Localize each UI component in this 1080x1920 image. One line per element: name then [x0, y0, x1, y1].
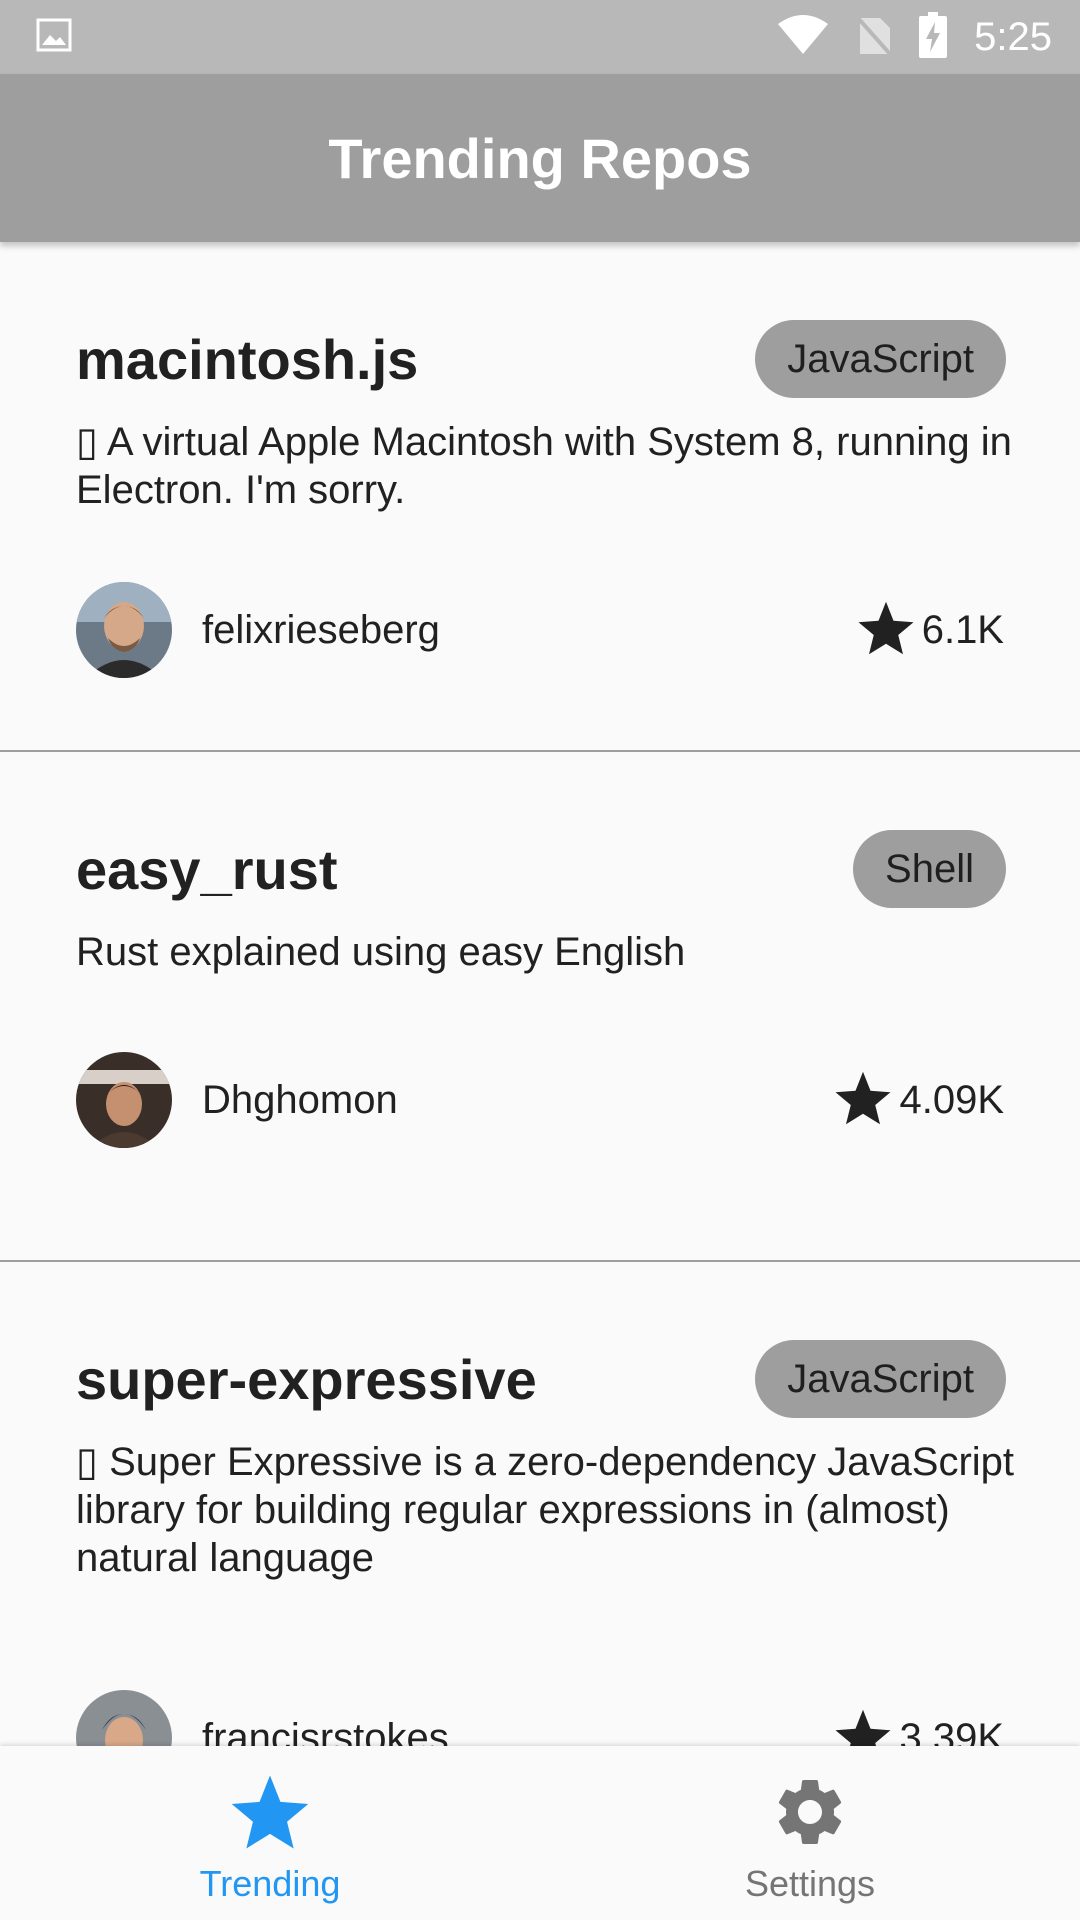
language-badge: Shell [853, 830, 1006, 908]
nav-item-trending[interactable]: Trending [0, 1746, 540, 1920]
battery-charging-icon [918, 11, 948, 64]
star-icon [833, 1069, 893, 1132]
no-sim-icon [856, 14, 892, 61]
app-bar: Trending Repos [0, 74, 1080, 242]
avatar [76, 582, 172, 678]
wifi-icon [776, 14, 830, 61]
nav-item-settings[interactable]: Settings [540, 1746, 1080, 1920]
gear-icon [770, 1772, 850, 1857]
page-title: Trending Repos [328, 126, 752, 190]
star-icon [228, 1772, 312, 1857]
repo-name: super-expressive [76, 1347, 537, 1411]
repo-description: ▯ A virtual Apple Macintosh with System … [76, 420, 1012, 512]
language-badge: JavaScript [755, 1340, 1006, 1418]
repo-name: easy_rust [76, 837, 338, 901]
nav-label: Settings [744, 1863, 876, 1904]
repo-description: ▯ Super Expressive is a zero-dependency … [76, 1440, 1015, 1580]
avatar [76, 1052, 172, 1148]
star-count: 6.1K [921, 607, 1004, 652]
language-badge: JavaScript [755, 320, 1006, 398]
nav-label: Trending [199, 1863, 341, 1904]
app-screen: 5:25 Trending Repos macintosh.js JavaScr… [0, 0, 1080, 1920]
owner-name: felixrieseberg [202, 607, 440, 652]
star-count: 4.09K [899, 1077, 1004, 1122]
repo-description: Rust explained using easy English [76, 930, 686, 974]
bottom-navigation: Trending Settings [0, 1746, 1080, 1920]
repo-name: macintosh.js [76, 327, 419, 391]
repo-list[interactable]: macintosh.js JavaScript ▯ A virtual Appl… [0, 242, 1080, 1822]
star-icon [856, 599, 916, 662]
repo-card[interactable]: easy_rust Shell Rust explained using eas… [0, 752, 1080, 1262]
status-time: 5:25 [974, 14, 1052, 59]
repo-card[interactable]: macintosh.js JavaScript ▯ A virtual Appl… [0, 242, 1080, 752]
repo-card[interactable]: super-expressive JavaScript ▯ Super Expr… [0, 1262, 1080, 1822]
owner-name: Dhghomon [202, 1077, 398, 1122]
image-icon [36, 18, 72, 57]
status-bar: 5:25 [0, 0, 1080, 74]
